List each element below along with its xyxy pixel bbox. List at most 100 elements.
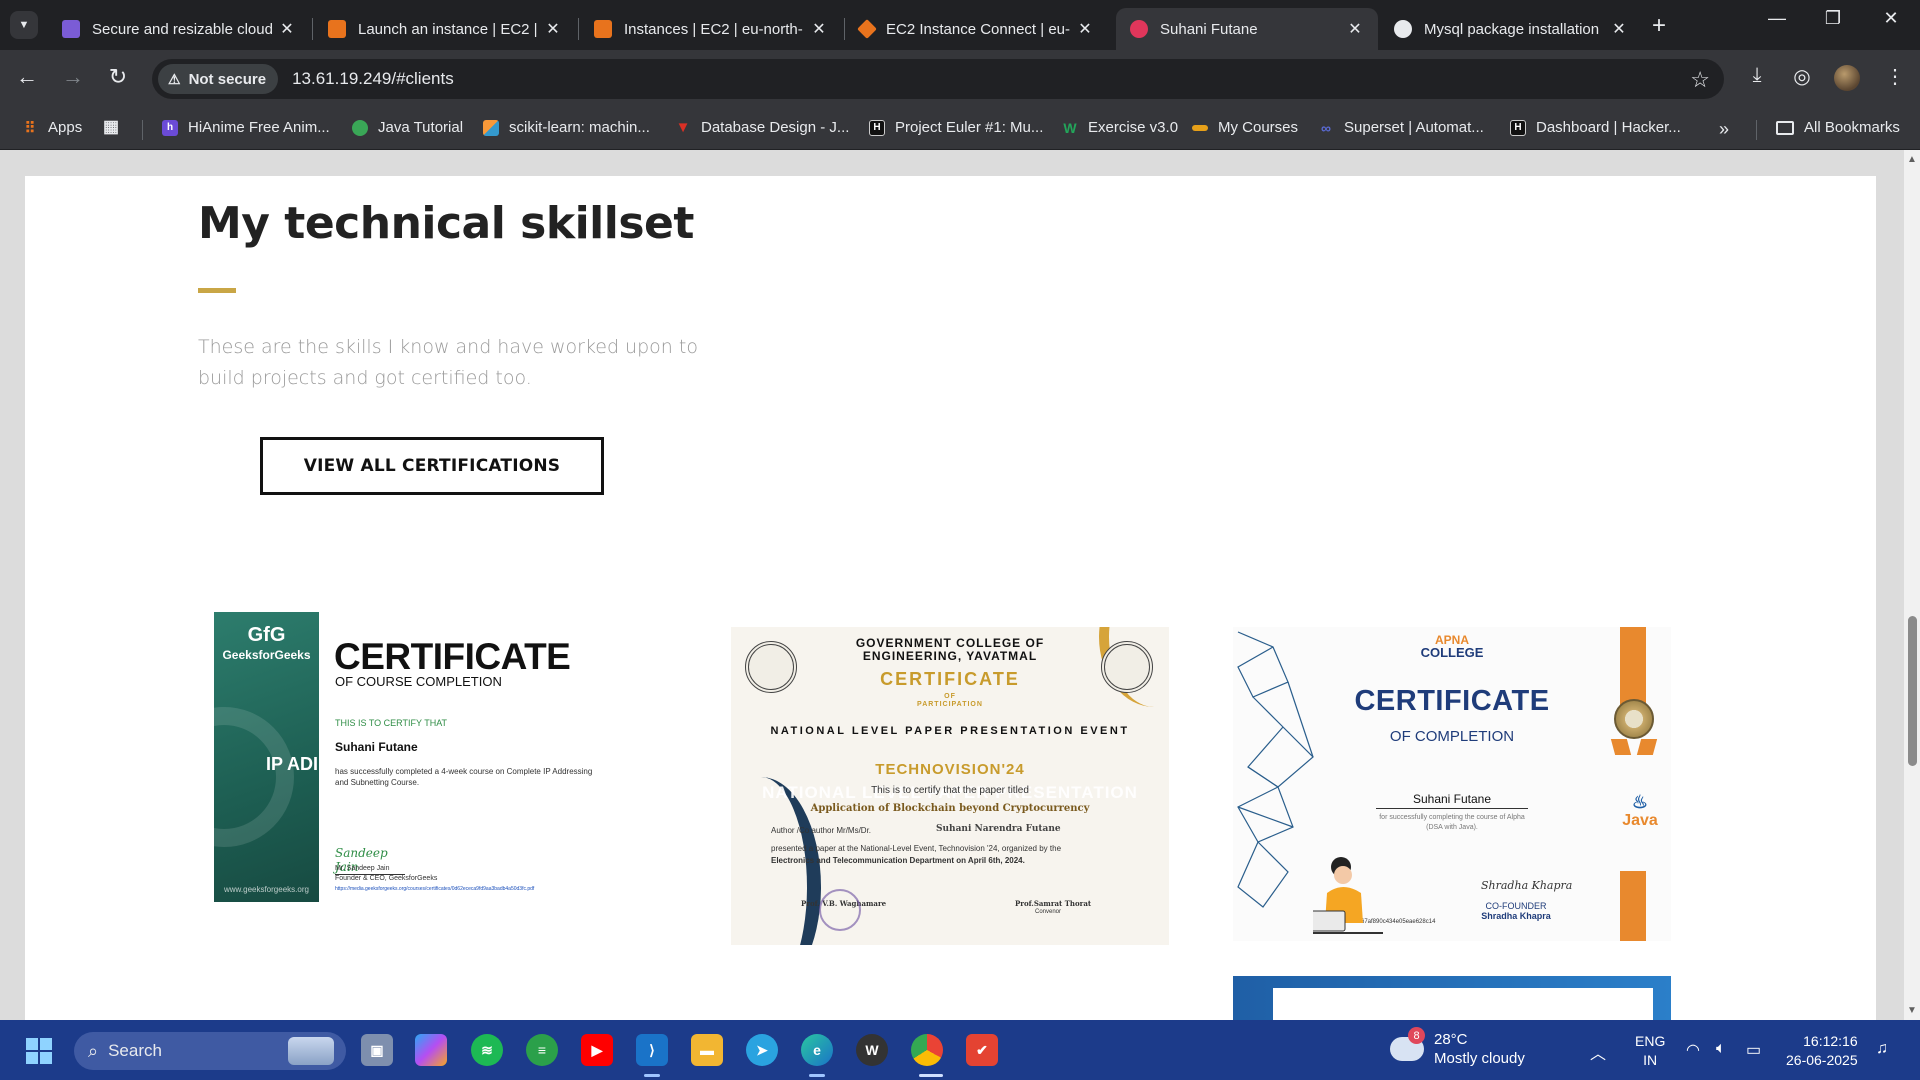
spotify-icon[interactable]: ≋ xyxy=(471,1034,503,1066)
page-scrollbar[interactable]: ▲ ▼ xyxy=(1904,150,1920,1020)
certificate-body: has successfully completed a 4-week cour… xyxy=(335,767,593,787)
wifi-icon[interactable]: ◠ xyxy=(1686,1040,1700,1060)
sheets-icon[interactable]: ≡ xyxy=(526,1034,558,1066)
volume-icon[interactable]: 🔈︎ xyxy=(1716,1040,1726,1058)
all-bookmarks-button[interactable]: All Bookmarks xyxy=(1776,119,1900,136)
tab-title: EC2 Instance Connect | eu- xyxy=(886,20,1070,38)
bookmark-java-tutorial[interactable]: Java Tutorial xyxy=(352,119,463,136)
telegram-icon[interactable]: ➤ xyxy=(746,1034,778,1066)
performance-icon[interactable]: ◎ xyxy=(1787,64,1817,89)
battery-icon[interactable]: ▭ xyxy=(1746,1040,1761,1060)
bookmark-star-icon[interactable]: ☆ xyxy=(1690,67,1710,93)
bookmark-database-design[interactable]: ▼ Database Design - J... xyxy=(675,119,850,136)
chevron-down-icon: ▼ xyxy=(18,19,30,31)
close-icon[interactable]: ✕ xyxy=(542,19,564,39)
bookmark-project-euler[interactable]: H Project Euler #1: Mu... xyxy=(869,119,1043,136)
warning-triangle-icon: ⚠ xyxy=(168,70,181,87)
profile-avatar[interactable] xyxy=(1834,65,1860,91)
bookmark-label: scikit-learn: machin... xyxy=(509,119,650,136)
windows-start-icon[interactable] xyxy=(26,1038,52,1064)
close-window-icon[interactable]: ✕ xyxy=(1876,8,1906,29)
minimize-icon[interactable]: — xyxy=(1762,8,1792,29)
certificate-heading: CERTIFICATE xyxy=(334,636,571,677)
scikit-learn-icon xyxy=(483,119,499,136)
apna-logo-bottom: COLLEGE xyxy=(1420,645,1484,660)
scroll-up-icon[interactable]: ▲ xyxy=(1907,154,1917,165)
tab-mysql-installation[interactable]: Mysql package installation ✕ xyxy=(1380,8,1642,50)
weather-widget[interactable]: 8 28°C Mostly cloudy xyxy=(1390,1027,1525,1068)
decorative-ring xyxy=(214,707,294,847)
copilot-icon[interactable] xyxy=(415,1034,447,1066)
tab-aws-lightsail[interactable]: Secure and resizable cloud ✕ xyxy=(48,8,310,50)
restore-icon[interactable]: ❐ xyxy=(1818,8,1848,29)
bookmark-my-courses[interactable]: My Courses xyxy=(1192,119,1298,136)
certificate-geeksforgeeks[interactable]: GfG GeeksforGeeks IP ADI www.geeksforgee… xyxy=(214,612,644,902)
language-indicator[interactable]: ENG IN xyxy=(1635,1032,1665,1070)
bookmark-exercise[interactable]: W Exercise v3.0 xyxy=(1062,119,1178,136)
bookmarks-overflow-button[interactable]: » xyxy=(1719,119,1729,140)
certificate-subheading: OF COMPLETION xyxy=(1389,728,1515,745)
weather-condition: Mostly cloudy xyxy=(1434,1050,1525,1067)
tab-suhani-futane[interactable]: Suhani Futane ✕ xyxy=(1116,8,1378,50)
certificate-link: https://media.geeksforgeeks.org/courses/… xyxy=(335,886,535,892)
search-icon: ⌕ xyxy=(88,1040,99,1061)
tab-instances[interactable]: Instances | EC2 | eu-north- ✕ xyxy=(580,8,842,50)
java-label: Java xyxy=(1622,812,1658,829)
bookmark-label: Project Euler #1: Mu... xyxy=(895,119,1044,136)
scrollbar-thumb[interactable] xyxy=(1908,616,1917,766)
close-icon[interactable]: ✕ xyxy=(1344,19,1366,39)
bookmark-hianime[interactable]: h HiAnime Free Anim... xyxy=(162,119,330,136)
vscode-icon[interactable]: ⟩ xyxy=(636,1034,668,1066)
chevron-up-icon[interactable]: ︿ xyxy=(1590,1040,1606,1064)
hianime-icon: h xyxy=(162,119,178,136)
tab-title: Mysql package installation xyxy=(1424,20,1600,38)
task-view-icon[interactable]: ▣ xyxy=(361,1034,393,1066)
bookmark-apps[interactable]: ⠿ Apps xyxy=(22,119,83,137)
youtube-icon[interactable]: ▶ xyxy=(581,1034,613,1066)
certificate-next-partial[interactable] xyxy=(1233,976,1671,1020)
todoist-icon[interactable]: ✔ xyxy=(966,1034,998,1066)
back-arrow-icon[interactable]: ← xyxy=(12,64,42,90)
tab-ec2-instance-connect[interactable]: EC2 Instance Connect | eu- ✕ xyxy=(846,8,1108,50)
certificate-recipient: Suhani Narendra Futane xyxy=(936,824,1061,834)
url-text[interactable]: 13.61.19.249/#clients xyxy=(292,69,454,89)
bookmark-label: Database Design - J... xyxy=(701,119,850,136)
scroll-down-icon[interactable]: ▼ xyxy=(1907,1005,1917,1016)
certificate-presented-line: Electronics and Telecommunication Depart… xyxy=(771,856,1025,865)
notification-bell-icon[interactable]: ♫︎ xyxy=(1876,1040,1888,1058)
wordpress-icon[interactable]: W xyxy=(856,1034,888,1066)
download-icon[interactable]: ⤓ xyxy=(1742,64,1772,87)
certificate-apna-college[interactable]: APNA COLLEGE CERTIFICATE OF COMPLETION S… xyxy=(1233,627,1671,941)
address-bar[interactable]: ⚠ Not secure 13.61.19.249/#clients ☆ xyxy=(152,59,1724,99)
reload-icon[interactable]: ↻ xyxy=(103,64,133,90)
edge-icon[interactable]: e xyxy=(801,1034,833,1066)
forward-arrow-icon[interactable]: → xyxy=(58,64,88,90)
tab-groups-button[interactable]: ▦ xyxy=(103,117,129,136)
more-menu-icon[interactable]: ⋮ xyxy=(1880,64,1910,89)
close-icon[interactable]: ✕ xyxy=(1608,19,1630,39)
bookmark-label: HiAnime Free Anim... xyxy=(188,119,330,136)
file-explorer-icon[interactable]: ▬ xyxy=(691,1034,723,1066)
view-all-certifications-button[interactable]: VIEW ALL CERTIFICATIONS xyxy=(260,437,604,495)
tab-launch-instance[interactable]: Launch an instance | EC2 | e ✕ xyxy=(314,8,576,50)
close-icon[interactable]: ✕ xyxy=(808,19,830,39)
bookmark-superset[interactable]: ∞ Superset | Automat... xyxy=(1318,119,1484,136)
tab-title: Secure and resizable cloud xyxy=(92,20,273,38)
bookmarks-bar: ⠿ Apps ▦ h HiAnime Free Anim... Java Tut… xyxy=(0,108,1920,150)
taskbar-search[interactable]: ⌕ Search xyxy=(74,1032,346,1070)
close-icon[interactable]: ✕ xyxy=(1074,19,1096,39)
certificate-subheading: OF COURSE COMPLETION xyxy=(335,674,502,689)
chrome-icon[interactable] xyxy=(911,1034,943,1066)
tab-separator xyxy=(578,18,579,40)
section-description: These are the skills I know and have wor… xyxy=(198,336,698,389)
system-clock[interactable]: 16:12:16 26-06-2025 xyxy=(1786,1032,1858,1070)
close-icon[interactable]: ✕ xyxy=(276,19,298,39)
site-security-chip[interactable]: ⚠ Not secure xyxy=(158,64,279,94)
new-tab-button[interactable]: + xyxy=(1652,12,1666,40)
taskbar-search-placeholder: Search xyxy=(108,1041,162,1060)
tab-search-button[interactable]: ▼ xyxy=(10,11,38,39)
bookmark-scikit-learn[interactable]: scikit-learn: machin... xyxy=(483,119,650,136)
bookmark-hackerrank-dashboard[interactable]: H Dashboard | Hacker... xyxy=(1510,119,1681,136)
certificate-technovision[interactable]: GOVERNMENT COLLEGE OF ENGINEERING, YAVAT… xyxy=(731,627,1169,945)
certificate-next-body xyxy=(1273,988,1653,1020)
